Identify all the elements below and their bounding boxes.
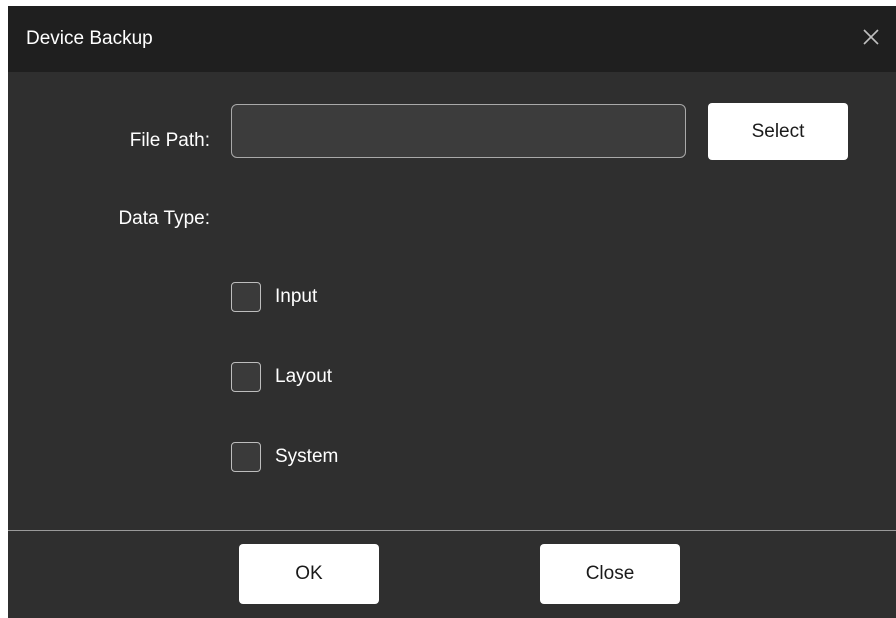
system-option[interactable]: System: [231, 440, 338, 474]
title-bar: Device Backup: [8, 6, 896, 72]
layout-checkbox[interactable]: [231, 362, 261, 392]
file-path-input[interactable]: [231, 104, 686, 158]
layout-option[interactable]: Layout: [231, 360, 332, 394]
system-option-label: System: [275, 446, 339, 467]
input-option[interactable]: Input: [231, 280, 317, 314]
dialog-title: Device Backup: [26, 28, 153, 49]
select-button[interactable]: Select: [708, 103, 848, 160]
input-checkbox[interactable]: [231, 282, 261, 312]
footer-divider: [8, 530, 896, 531]
close-button[interactable]: Close: [540, 544, 680, 604]
system-checkbox[interactable]: [231, 442, 261, 472]
ok-button[interactable]: OK: [239, 544, 379, 604]
input-option-label: Input: [275, 286, 318, 307]
layout-option-label: Layout: [275, 366, 333, 387]
file-path-label: File Path:: [129, 130, 210, 151]
device-backup-dialog: Device Backup File Path: Select Data Typ…: [8, 6, 896, 618]
data-type-label: Data Type:: [118, 208, 210, 229]
close-icon[interactable]: [858, 24, 884, 50]
